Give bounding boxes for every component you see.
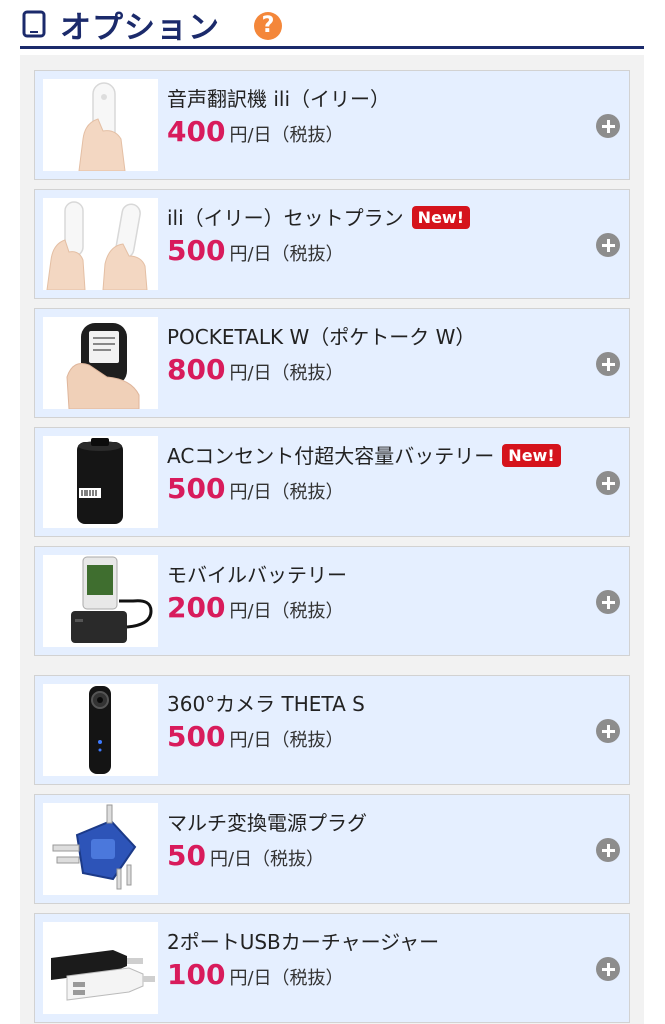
- tablet-icon: [22, 10, 46, 38]
- option-name: ili（イリー）セットプラン: [167, 206, 404, 230]
- price-unit: 円/日: [229, 125, 272, 146]
- option-card[interactable]: 360°カメラ THETA S 500 円/日（税抜）: [34, 675, 630, 785]
- option-name: マルチ変換電源プラグ: [167, 811, 367, 835]
- price-unit: 円/日: [229, 482, 272, 503]
- option-price: 100: [167, 958, 226, 991]
- tax-note: （税抜）: [271, 125, 344, 146]
- option-name: 音声翻訳機 ili（イリー）: [167, 87, 391, 111]
- add-circle-icon[interactable]: [596, 838, 620, 862]
- price-unit: 円/日: [229, 244, 272, 265]
- tax-note: （税抜）: [271, 244, 344, 265]
- translator-set-image: [43, 198, 158, 290]
- add-circle-icon[interactable]: [596, 471, 620, 495]
- new-badge: New!: [411, 206, 470, 229]
- add-circle-icon[interactable]: [596, 114, 620, 138]
- option-card[interactable]: 音声翻訳機 ili（イリー） 400 円/日（税抜）: [34, 70, 630, 180]
- option-name: ACコンセント付超大容量バッテリー: [167, 444, 495, 468]
- price-unit: 円/日: [229, 730, 272, 751]
- option-price: 50: [167, 839, 206, 872]
- car-charger-image: [43, 922, 158, 1014]
- tax-note: （税抜）: [271, 482, 344, 503]
- option-name: 2ポートUSBカーチャージャー: [167, 930, 440, 954]
- option-card[interactable]: 2ポートUSBカーチャージャー 100 円/日（税抜）: [34, 913, 630, 1023]
- tax-note: （税抜）: [252, 849, 325, 870]
- tax-note: （税抜）: [271, 363, 344, 384]
- battery-cylinder-image: [43, 436, 158, 528]
- option-name: POCKETALK W（ポケトーク W）: [167, 325, 476, 349]
- price-unit: 円/日: [229, 968, 272, 989]
- price-unit: 円/日: [229, 363, 272, 384]
- option-card[interactable]: POCKETALK W（ポケトーク W） 800 円/日（税抜）: [34, 308, 630, 418]
- option-price: 200: [167, 591, 226, 624]
- add-circle-icon[interactable]: [596, 352, 620, 376]
- options-header: オプション ?: [20, 0, 644, 49]
- page-title: オプション: [60, 10, 220, 46]
- options-list: 音声翻訳機 ili（イリー） 400 円/日（税抜） ili（イリー）セットプラン…: [20, 55, 644, 1024]
- tax-note: （税抜）: [271, 601, 344, 622]
- option-price: 800: [167, 353, 226, 386]
- option-name: 360°カメラ THETA S: [167, 692, 365, 716]
- camera-360-image: [43, 684, 158, 776]
- option-card[interactable]: ili（イリー）セットプラン New! 500 円/日（税抜）: [34, 189, 630, 299]
- option-price: 500: [167, 720, 226, 753]
- help-icon[interactable]: ?: [254, 12, 282, 40]
- option-name: モバイルバッテリー: [167, 563, 347, 587]
- add-circle-icon[interactable]: [596, 590, 620, 614]
- option-card[interactable]: ACコンセント付超大容量バッテリー New! 500 円/日（税抜）: [34, 427, 630, 537]
- add-circle-icon[interactable]: [596, 233, 620, 257]
- new-badge: New!: [502, 444, 561, 467]
- add-circle-icon[interactable]: [596, 719, 620, 743]
- tax-note: （税抜）: [271, 968, 344, 989]
- price-unit: 円/日: [209, 849, 253, 870]
- translator-device-image: [43, 79, 158, 171]
- option-card[interactable]: モバイルバッテリー 200 円/日（税抜）: [34, 546, 630, 656]
- add-circle-icon[interactable]: [596, 957, 620, 981]
- option-price: 400: [167, 115, 226, 148]
- option-price: 500: [167, 472, 226, 505]
- option-card[interactable]: マルチ変換電源プラグ 50 円/日（税抜）: [34, 794, 630, 904]
- price-unit: 円/日: [229, 601, 272, 622]
- plug-adapter-image: [43, 803, 158, 895]
- mobile-battery-image: [43, 555, 158, 647]
- pocketalk-device-image: [43, 317, 158, 409]
- option-price: 500: [167, 234, 226, 267]
- tax-note: （税抜）: [271, 730, 344, 751]
